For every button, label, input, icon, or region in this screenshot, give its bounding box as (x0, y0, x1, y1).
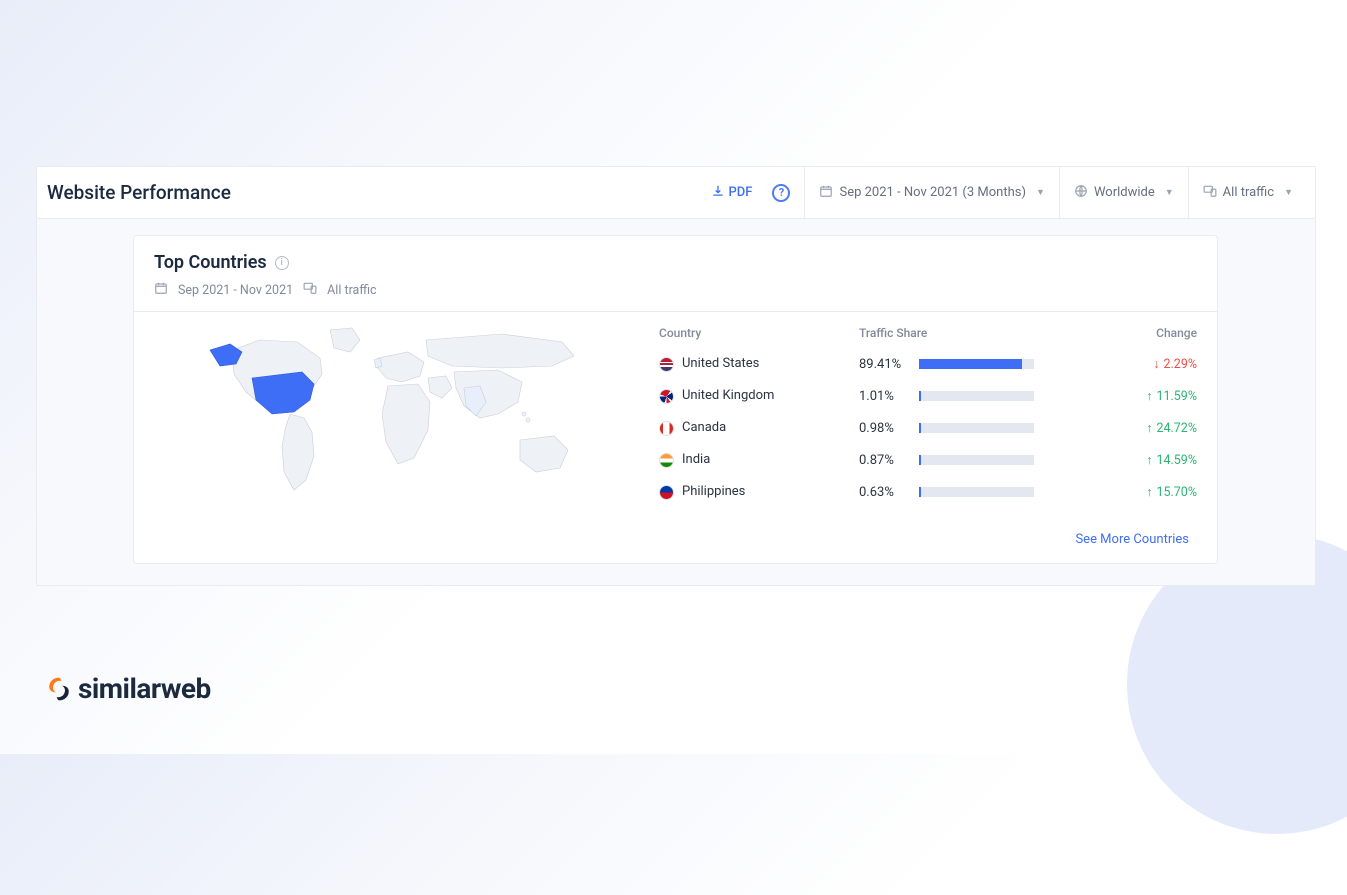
share-bar-fill (919, 359, 1022, 369)
share-bar (919, 391, 1034, 401)
devices-icon (1203, 184, 1217, 202)
country-name: Canada (682, 420, 726, 435)
date-range-label: Sep 2021 - Nov 2021 (3 Months) (839, 185, 1026, 200)
country-cell: United States (659, 356, 859, 371)
devices-icon (303, 281, 317, 299)
col-header-change: Change (1059, 326, 1197, 340)
top-countries-card: Top Countries i Sep 2021 - Nov 2021 All … (133, 235, 1218, 564)
export-pdf-button[interactable]: PDF (711, 184, 765, 202)
card-header: Top Countries i Sep 2021 - Nov 2021 All … (134, 236, 1217, 311)
col-header-country: Country (659, 326, 859, 340)
country-cell: United Kingdom (659, 388, 859, 403)
share-bar-fill (919, 455, 921, 465)
share-bar (919, 487, 1034, 497)
help-icon[interactable]: ? (772, 184, 790, 202)
flag-icon (659, 453, 674, 468)
change-value: 15.70% (1156, 485, 1197, 500)
share-value: 0.87% (859, 453, 909, 468)
country-cell: Philippines (659, 484, 859, 499)
share-value: 89.41% (859, 357, 909, 372)
flag-icon (659, 389, 674, 404)
change-value: 11.59% (1156, 389, 1197, 404)
chevron-down-icon: ▼ (1284, 187, 1293, 198)
card-subtitle: Sep 2021 - Nov 2021 All traffic (154, 281, 1197, 299)
arrow-up-icon: ↑ (1146, 421, 1152, 436)
table-row[interactable]: Canada 0.98% ↑ 24.72% (659, 412, 1197, 444)
similarweb-logo: similarweb (46, 672, 211, 705)
logo-text: similarweb (78, 672, 211, 705)
change-value: 24.72% (1156, 421, 1197, 436)
download-icon (711, 184, 725, 202)
globe-icon (1074, 184, 1088, 202)
card-date-range: Sep 2021 - Nov 2021 (178, 283, 293, 298)
share-value: 1.01% (859, 389, 909, 404)
region-label: Worldwide (1094, 185, 1155, 200)
country-name: United States (682, 356, 759, 371)
traffic-filter-selector[interactable]: All traffic ▼ (1188, 167, 1307, 218)
share-bar-fill (919, 391, 921, 401)
table-header: Country Traffic Share Change (659, 322, 1197, 348)
chevron-down-icon: ▼ (1165, 187, 1174, 198)
see-more-countries-link[interactable]: See More Countries (134, 518, 1217, 563)
country-table: Country Traffic Share Change United Stat… (659, 312, 1217, 518)
change-cell: ↑ 11.59% (1059, 389, 1197, 404)
share-value: 0.63% (859, 485, 909, 500)
card-traffic-filter: All traffic (327, 283, 376, 298)
page-title: Website Performance (45, 181, 231, 204)
table-row[interactable]: United States 89.41% ↓ 2.29% (659, 348, 1197, 380)
share-cell: 0.63% (859, 485, 1059, 500)
share-bar (919, 455, 1034, 465)
country-name: India (682, 452, 710, 467)
card-body: Country Traffic Share Change United Stat… (134, 311, 1217, 518)
date-range-selector[interactable]: Sep 2021 - Nov 2021 (3 Months) ▼ (804, 167, 1058, 218)
arrow-down-icon: ↓ (1153, 357, 1159, 372)
app-frame: Website Performance PDF ? Sep 2021 - Nov… (36, 166, 1316, 586)
chevron-down-icon: ▼ (1036, 187, 1045, 198)
arrow-up-icon: ↑ (1146, 389, 1152, 404)
country-cell: India (659, 452, 859, 467)
arrow-up-icon: ↑ (1146, 453, 1152, 468)
table-row[interactable]: United Kingdom 1.01% ↑ 11.59% (659, 380, 1197, 412)
header-bar: Website Performance PDF ? Sep 2021 - Nov… (37, 167, 1315, 219)
share-bar (919, 359, 1034, 369)
country-cell: Canada (659, 420, 859, 435)
traffic-filter-label: All traffic (1223, 185, 1274, 200)
table-row[interactable]: Philippines 0.63% ↑ 15.70% (659, 476, 1197, 508)
change-cell: ↑ 15.70% (1059, 485, 1197, 500)
flag-icon (659, 421, 674, 436)
change-cell: ↑ 14.59% (1059, 453, 1197, 468)
pdf-label: PDF (729, 185, 753, 200)
change-cell: ↑ 24.72% (1059, 421, 1197, 436)
change-value: 14.59% (1156, 453, 1197, 468)
share-bar-fill (919, 423, 921, 433)
flag-icon (659, 357, 674, 372)
share-bar-fill (919, 487, 921, 497)
logo-icon (46, 676, 72, 702)
share-bar (919, 423, 1034, 433)
col-header-share: Traffic Share (859, 326, 1059, 340)
arrow-up-icon: ↑ (1146, 485, 1152, 500)
share-cell: 1.01% (859, 389, 1059, 404)
info-icon[interactable]: i (275, 256, 289, 270)
card-title: Top Countries i (154, 252, 1197, 273)
table-row[interactable]: India 0.87% ↑ 14.59% (659, 444, 1197, 476)
card-title-text: Top Countries (154, 252, 267, 273)
share-cell: 0.98% (859, 421, 1059, 436)
country-name: Philippines (682, 484, 745, 499)
header-right: PDF ? Sep 2021 - Nov 2021 (3 Months) ▼ W… (711, 167, 1307, 218)
change-cell: ↓ 2.29% (1059, 357, 1197, 372)
calendar-icon (154, 281, 168, 299)
calendar-icon (819, 184, 833, 202)
flag-icon (659, 485, 674, 500)
share-cell: 0.87% (859, 453, 1059, 468)
region-selector[interactable]: Worldwide ▼ (1059, 167, 1188, 218)
world-map (134, 312, 659, 518)
share-cell: 89.41% (859, 357, 1059, 372)
change-value: 2.29% (1163, 357, 1197, 372)
country-name: United Kingdom (682, 388, 774, 403)
share-value: 0.98% (859, 421, 909, 436)
